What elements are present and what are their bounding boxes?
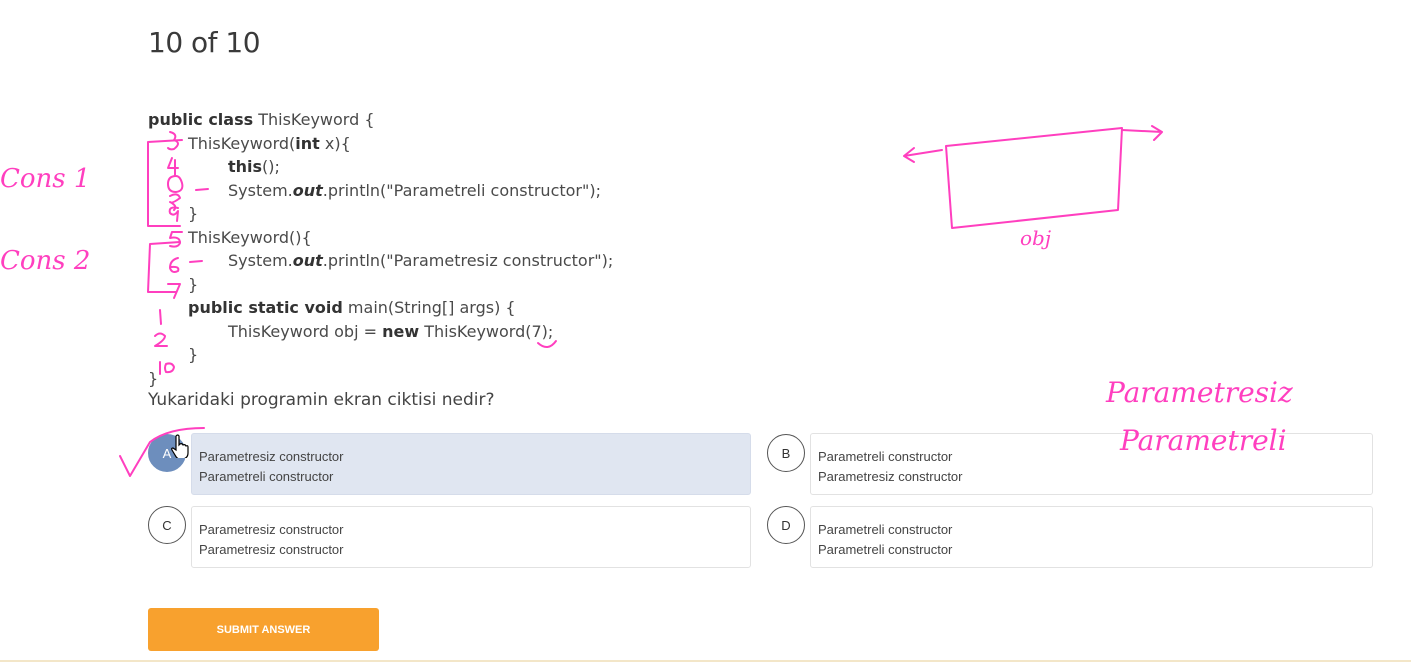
obj-box [945, 127, 1123, 229]
obj-arrow-right [1121, 125, 1163, 141]
pen-annotations [119, 125, 1163, 477]
annotation-parametresiz: Parametresiz [1106, 376, 1293, 409]
digit-1-mark [159, 309, 162, 325]
annotation-obj: obj [1020, 226, 1052, 250]
digit-4-mark [167, 157, 179, 177]
dash-mark [189, 260, 203, 263]
dash-mark [195, 188, 209, 191]
digit-10-mark [159, 361, 175, 375]
annotation-cons2: Cons 2 [0, 246, 91, 276]
digit-2-mark [154, 332, 168, 347]
arg-underline [537, 340, 557, 348]
digit-0-mark [167, 175, 184, 193]
hand-cursor-icon [171, 434, 189, 458]
digit-6-mark [169, 257, 180, 273]
annotation-parametreli: Parametreli [1120, 424, 1287, 457]
obj-arrow-left [903, 147, 943, 163]
annotation-cons1: Cons 1 [0, 164, 91, 194]
check-mark [119, 427, 205, 477]
digit-5-mark [169, 231, 183, 248]
